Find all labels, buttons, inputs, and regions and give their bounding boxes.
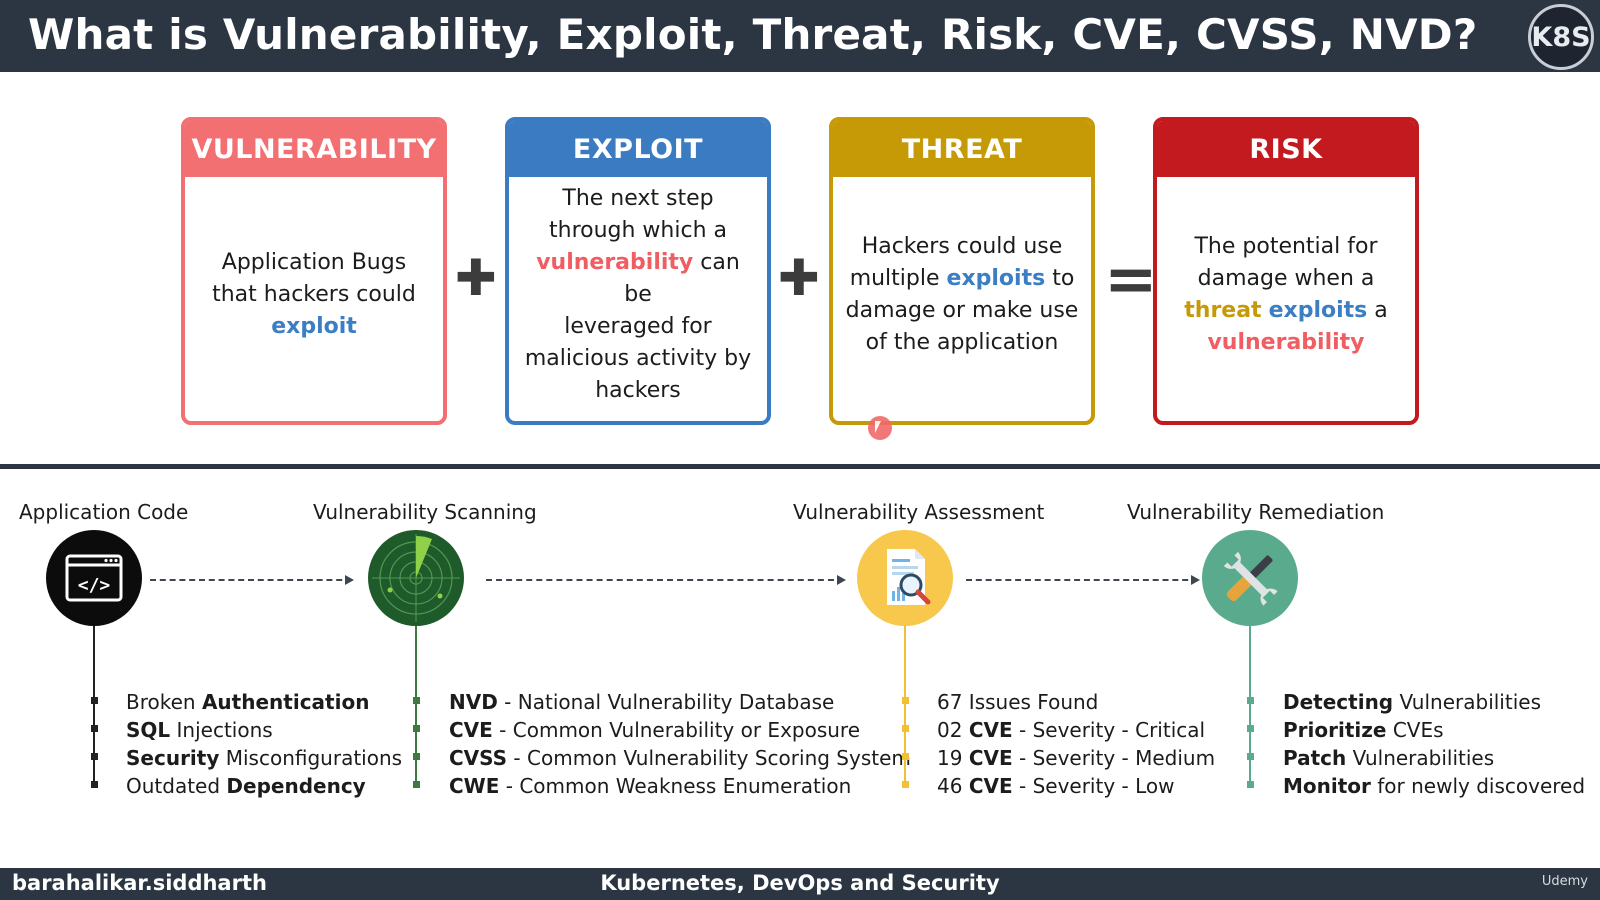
- card-threat: THREAT Hackers could use multiple exploi…: [829, 117, 1095, 425]
- bullet: [902, 725, 909, 732]
- card-text-line: that hackers could: [212, 282, 416, 307]
- card-text-line: The potential for: [1194, 234, 1378, 259]
- title-bar: What is Vulnerability, Exploit, Threat, …: [0, 0, 1600, 72]
- course-title: Kubernetes, DevOps and Security: [600, 871, 1000, 895]
- bullet: [1247, 781, 1254, 788]
- list-item: Detecting Vulnerabilities: [1283, 690, 1541, 714]
- card-text-line: leveraged for: [564, 314, 712, 339]
- highlight-exploit: exploit: [271, 314, 357, 339]
- list-remediation: Detecting Vulnerabilities Prioritize CVE…: [1283, 690, 1585, 802]
- card-vulnerability-body: Application Bugs that hackers could expl…: [185, 177, 443, 421]
- bullet: [413, 697, 420, 704]
- list-assessment: 67 Issues Found 02 CVE - Severity - Crit…: [937, 690, 1215, 802]
- bullet: [413, 753, 420, 760]
- list-scanning: NVD - National Vulnerability Database CV…: [449, 690, 911, 802]
- list-item: Security Misconfigurations: [126, 746, 403, 770]
- card-vulnerability: VULNERABILITY Application Bugs that hack…: [181, 117, 447, 425]
- card-risk-title: RISK: [1157, 121, 1415, 177]
- footer-bar: barahalikar.siddharth Kubernetes, DevOps…: [0, 868, 1600, 900]
- report-magnifier-icon: [857, 530, 953, 626]
- card-text-line: Hackers could use: [861, 234, 1063, 259]
- card-text-line: malicious activity by: [524, 346, 752, 371]
- wrench-screwdriver-icon: [1202, 530, 1298, 626]
- card-threat-body: Hackers could use multiple exploits to d…: [833, 177, 1091, 421]
- udemy-logo: Udemy: [1541, 874, 1588, 889]
- list-item: CWE - Common Weakness Enumeration: [449, 774, 852, 798]
- card-text-line: damage when a: [1197, 266, 1375, 291]
- card-vulnerability-title: VULNERABILITY: [185, 121, 443, 177]
- card-exploit: EXPLOIT The next step through which a vu…: [505, 117, 771, 425]
- flow-arrow: [966, 575, 1200, 585]
- k8s-logo: K8S: [1528, 4, 1594, 70]
- stage-label-remediation: Vulnerability Remediation: [1127, 500, 1385, 524]
- card-risk: RISK The potential for damage when a thr…: [1153, 117, 1419, 425]
- bullet: [1247, 697, 1254, 704]
- card-exploit-title: EXPLOIT: [509, 121, 767, 177]
- bullet: [413, 725, 420, 732]
- plus-operator: ✚: [778, 249, 820, 307]
- list-item: CVSS - Common Vulnerability Scoring Syst…: [449, 746, 911, 770]
- list-item: Patch Vulnerabilities: [1283, 746, 1495, 770]
- list-item: 67 Issues Found: [937, 690, 1099, 714]
- card-text-line: Application Bugs: [221, 250, 407, 275]
- code-window-icon: </>: [46, 530, 142, 626]
- card-text-line: threat exploits a: [1184, 295, 1387, 327]
- card-text-line: damage or make use: [845, 298, 1079, 323]
- stage-line-remediation: [1249, 626, 1251, 788]
- list-item: SQL Injections: [126, 718, 273, 742]
- stage-label-scanning: Vulnerability Scanning: [313, 500, 537, 524]
- flow-arrow: [150, 575, 354, 585]
- highlight-vulnerability: vulnerability: [536, 250, 694, 275]
- card-text-line: of the application: [865, 330, 1059, 355]
- card-exploit-body: The next step through which a vulnerabil…: [509, 177, 767, 421]
- bullet: [902, 697, 909, 704]
- card-text: multiple: [849, 266, 947, 291]
- card-text-line: through which a: [549, 218, 727, 243]
- equals-operator: =: [1104, 243, 1158, 317]
- bullet: [902, 753, 909, 760]
- mouse-cursor-icon: [868, 416, 892, 440]
- list-item: 19 CVE - Severity - Medium: [937, 746, 1216, 770]
- card-text: to: [1045, 266, 1075, 291]
- bullet: [91, 753, 98, 760]
- stage-label-assessment: Vulnerability Assessment: [793, 500, 1045, 524]
- card-text-line: vulnerability can be: [521, 247, 755, 311]
- list-code: Broken Authentication SQL Injections Sec…: [126, 690, 402, 802]
- plus-operator: ✚: [455, 249, 497, 307]
- list-item: Outdated Dependency: [126, 774, 366, 798]
- bullet: [1247, 753, 1254, 760]
- stage-line-code: [93, 626, 95, 788]
- list-item: 02 CVE - Severity - Critical: [937, 718, 1206, 742]
- card-threat-title: THREAT: [833, 121, 1091, 177]
- bullet: [91, 697, 98, 704]
- bullet: [91, 781, 98, 788]
- list-item: Prioritize CVEs: [1283, 718, 1444, 742]
- list-item: Monitor for newly discovered: [1283, 774, 1586, 798]
- highlight-exploits: exploits: [946, 266, 1046, 291]
- card-text-line: hackers: [595, 378, 681, 403]
- bullet: [902, 781, 909, 788]
- list-item: NVD - National Vulnerability Database: [449, 690, 835, 714]
- highlight-threat: threat: [1184, 298, 1262, 323]
- highlight-vulnerability: vulnerability: [1207, 330, 1365, 355]
- stage-line-scanning: [415, 626, 417, 788]
- svg-text:</>: </>: [78, 575, 111, 596]
- card-risk-body: The potential for damage when a threat e…: [1157, 177, 1415, 421]
- card-text: a: [1367, 298, 1388, 323]
- radar-icon: [368, 530, 464, 626]
- bullet: [1247, 725, 1254, 732]
- page-title: What is Vulnerability, Exploit, Threat, …: [28, 10, 1478, 59]
- list-item: CVE - Common Vulnerability or Exposure: [449, 718, 861, 742]
- list-item: Broken Authentication: [126, 690, 370, 714]
- bullet: [413, 781, 420, 788]
- card-text-line: multiple exploits to: [846, 263, 1079, 295]
- highlight-exploits: exploits: [1268, 298, 1368, 323]
- flow-arrow: [486, 575, 846, 585]
- stage-label-code: Application Code: [19, 500, 189, 524]
- bullet: [91, 725, 98, 732]
- list-item: 46 CVE - Severity - Low: [937, 774, 1175, 798]
- card-text-line: The next step: [562, 186, 714, 211]
- section-divider: [0, 464, 1600, 469]
